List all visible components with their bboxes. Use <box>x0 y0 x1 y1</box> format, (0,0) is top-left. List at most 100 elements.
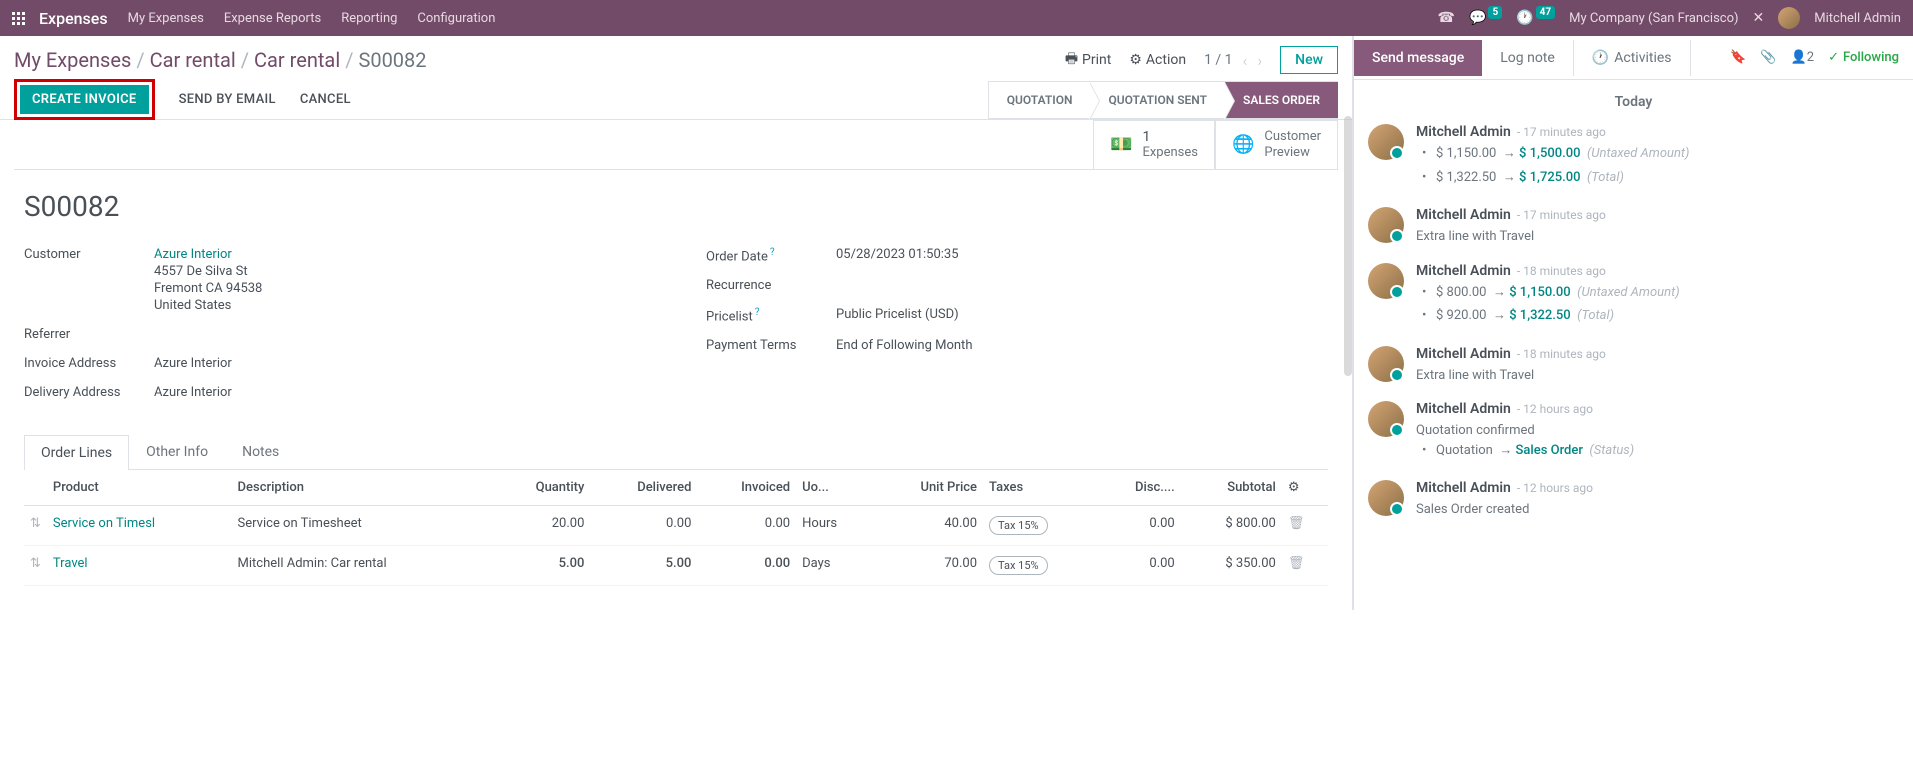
message-author[interactable]: Mitchell Admin <box>1416 124 1511 140</box>
messages-indicator[interactable]: 💬5 <box>1469 10 1502 26</box>
company-selector[interactable]: My Company (San Francisco) <box>1569 11 1738 26</box>
chatter-panel: Send message Log note 🕐Activities 🔖 📎 👤2… <box>1353 36 1913 610</box>
value-pricelist: Public Pricelist (USD) <box>836 307 1328 324</box>
user-name[interactable]: Mitchell Admin <box>1814 11 1901 26</box>
customer-preview-widget[interactable]: 🌐 Customer Preview <box>1215 120 1338 169</box>
col-disc[interactable]: Disc.... <box>1097 470 1181 506</box>
nav-configuration[interactable]: Configuration <box>417 11 495 26</box>
status-sales-order[interactable]: SALES ORDER <box>1225 82 1338 118</box>
help-icon[interactable]: ? <box>755 307 760 318</box>
nav-my-expenses[interactable]: My Expenses <box>128 11 204 26</box>
col-delivered[interactable]: Delivered <box>590 470 697 506</box>
delete-row-icon[interactable]: 🗑 <box>1288 556 1305 571</box>
following-button[interactable]: ✓ Following <box>1828 50 1899 65</box>
product-link[interactable]: Service on Timesl <box>53 516 155 531</box>
cell-disc: 0.00 <box>1097 505 1181 545</box>
nav-expense-reports[interactable]: Expense Reports <box>224 11 321 26</box>
table-row[interactable]: ⇅ Service on Timesl Service on Timesheet… <box>24 505 1328 545</box>
send-by-email-button[interactable]: SEND BY EMAIL <box>167 85 288 114</box>
label-pricelist: Pricelist? <box>706 307 836 324</box>
message-avatar[interactable] <box>1368 124 1404 160</box>
value-invoice-address: Azure Interior <box>154 356 646 371</box>
label-delivery-address: Delivery Address <box>24 385 154 400</box>
address-line: 4557 De Silva St <box>154 264 646 279</box>
cell-taxes: Tax 15% <box>983 505 1097 545</box>
message-avatar[interactable] <box>1368 207 1404 243</box>
col-quantity[interactable]: Quantity <box>492 470 590 506</box>
message-author[interactable]: Mitchell Admin <box>1416 346 1511 362</box>
col-uom[interactable]: Uo... <box>796 470 872 506</box>
col-description[interactable]: Description <box>232 470 493 506</box>
col-invoiced[interactable]: Invoiced <box>697 470 796 506</box>
message-avatar[interactable] <box>1368 346 1404 382</box>
new-button[interactable]: New <box>1280 46 1338 74</box>
message-avatar[interactable] <box>1368 480 1404 516</box>
pager-count: 1 / 1 <box>1204 52 1232 68</box>
activities-button[interactable]: 🕐Activities <box>1574 40 1691 76</box>
tab-order-lines[interactable]: Order Lines <box>24 435 129 470</box>
user-avatar[interactable] <box>1778 7 1800 29</box>
pager-next-icon[interactable]: › <box>1257 51 1262 70</box>
message-author[interactable]: Mitchell Admin <box>1416 401 1511 417</box>
followers-count[interactable]: 👤2 <box>1791 50 1815 65</box>
bookmark-icon[interactable]: 🔖 <box>1730 50 1746 65</box>
breadcrumb-link[interactable]: Car rental <box>150 48 236 72</box>
chatter-message: Mitchell Admin - 12 hours ago Quotation … <box>1368 401 1899 464</box>
top-nav: Expenses My Expenses Expense Reports Rep… <box>0 0 1913 36</box>
drag-handle-icon[interactable]: ⇅ <box>30 556 41 571</box>
print-button[interactable]: 🖶Print <box>1065 48 1112 72</box>
message-author[interactable]: Mitchell Admin <box>1416 263 1511 279</box>
value-delivery-address: Azure Interior <box>154 385 646 400</box>
columns-config-icon[interactable]: ⚙ <box>1282 470 1328 506</box>
activity-indicator[interactable]: 🕐47 <box>1516 10 1555 26</box>
cell-description: Mitchell Admin: Car rental <box>232 545 493 585</box>
action-button[interactable]: ⚙Action <box>1129 52 1186 68</box>
col-unit-price[interactable]: Unit Price <box>872 470 983 506</box>
status-quotation[interactable]: QUOTATION <box>989 82 1091 118</box>
expenses-widget[interactable]: 💵 1 Expenses <box>1093 120 1215 169</box>
cell-uom: Days <box>796 545 872 585</box>
message-text: Extra line with Travel <box>1416 366 1899 386</box>
pager-prev-icon[interactable]: ‹ <box>1243 51 1248 70</box>
message-avatar[interactable] <box>1368 401 1404 437</box>
action-bar: CREATE INVOICE SEND BY EMAIL CANCEL QUOT… <box>0 80 1352 120</box>
breadcrumb-link[interactable]: Car rental <box>254 48 340 72</box>
drag-handle-icon[interactable]: ⇅ <box>30 516 41 531</box>
product-link[interactable]: Travel <box>53 556 88 571</box>
message-author[interactable]: Mitchell Admin <box>1416 207 1511 223</box>
cell-quantity: 20.00 <box>492 505 590 545</box>
col-product[interactable]: Product <box>47 470 232 506</box>
nav-reporting[interactable]: Reporting <box>341 11 397 26</box>
table-row[interactable]: ⇅ Travel Mitchell Admin: Car rental 5.00… <box>24 545 1328 585</box>
log-note-button[interactable]: Log note <box>1482 40 1574 76</box>
chatter-message: Mitchell Admin - 17 minutes ago Extra li… <box>1368 207 1899 247</box>
support-icon[interactable]: ☎ <box>1438 10 1455 26</box>
value-referrer <box>154 327 646 342</box>
date-separator: Today <box>1368 94 1899 110</box>
value-payment-terms: End of Following Month <box>836 338 1328 353</box>
cancel-button[interactable]: CANCEL <box>288 85 363 114</box>
message-time: - 17 minutes ago <box>1517 208 1606 222</box>
customer-link[interactable]: Azure Interior <box>154 247 232 262</box>
message-text: Extra line with Travel <box>1416 227 1899 247</box>
module-brand[interactable]: Expenses <box>39 9 108 28</box>
status-quotation-sent[interactable]: QUOTATION SENT <box>1090 82 1225 118</box>
col-taxes[interactable]: Taxes <box>983 470 1097 506</box>
help-icon[interactable]: ? <box>770 247 775 258</box>
tools-icon[interactable]: ✕ <box>1753 10 1765 26</box>
message-text: $ 1,150.00 → $ 1,500.00 (Untaxed Amount)… <box>1416 144 1899 187</box>
delete-row-icon[interactable]: 🗑 <box>1288 516 1305 531</box>
create-invoice-button[interactable]: CREATE INVOICE <box>20 85 149 114</box>
apps-icon[interactable] <box>12 12 25 25</box>
order-lines-table: Product Description Quantity Delivered I… <box>24 470 1328 586</box>
send-message-button[interactable]: Send message <box>1354 40 1482 76</box>
tab-notes[interactable]: Notes <box>225 434 296 469</box>
tab-other-info[interactable]: Other Info <box>129 434 225 469</box>
message-avatar[interactable] <box>1368 263 1404 299</box>
col-subtotal[interactable]: Subtotal <box>1181 470 1282 506</box>
attachment-icon[interactable]: 📎 <box>1760 50 1776 65</box>
label-referrer: Referrer <box>24 327 154 342</box>
breadcrumb-link[interactable]: My Expenses <box>14 48 131 72</box>
scrollbar[interactable] <box>1344 116 1352 376</box>
message-author[interactable]: Mitchell Admin <box>1416 480 1511 496</box>
